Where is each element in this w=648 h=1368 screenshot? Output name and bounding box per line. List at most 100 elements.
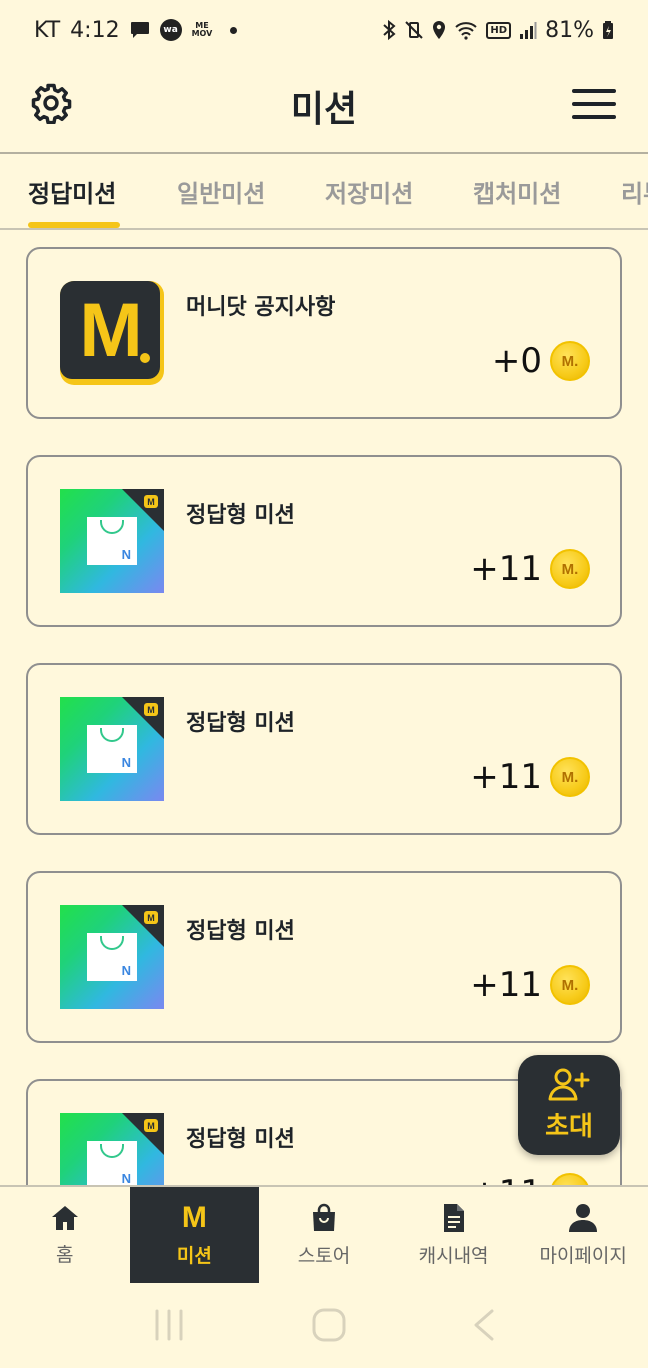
mission-reward: +11 M. — [470, 549, 590, 589]
nav-item-my-page[interactable]: 마이페이지 — [518, 1187, 648, 1283]
coin-icon: M. — [550, 341, 590, 381]
wa-notification-icon: wa — [159, 19, 182, 41]
mission-card[interactable]: M N 정답형 미션 +11 M. — [26, 871, 622, 1043]
hd-voice-icon: HD — [486, 21, 512, 39]
shopping-bag-icon — [312, 1203, 335, 1231]
document-icon — [443, 1203, 464, 1232]
nav-label: 미션 — [176, 1244, 212, 1267]
nav-item-mission[interactable]: M 미션 — [129, 1187, 260, 1283]
active-tab-indicator — [28, 222, 120, 228]
mission-card[interactable]: M 머니닷 공지사항 +0 M. — [26, 247, 622, 419]
mission-title: 정답형 미션 — [186, 503, 295, 528]
mission-title: 머니닷 공지사항 — [186, 295, 336, 320]
tab-capture-mission[interactable]: 캡처미션 — [473, 154, 561, 228]
vibrate-mute-icon — [404, 20, 424, 40]
memov-notification-icon: ME MOV — [192, 22, 213, 38]
bag-handle — [100, 520, 124, 534]
bluetooth-icon — [382, 19, 396, 41]
battery-percent: 81% — [545, 17, 594, 43]
tab-answer-mission[interactable]: 정답미션 — [28, 154, 116, 228]
nav-label: 마이페이지 — [539, 1244, 627, 1267]
settings-button[interactable] — [30, 82, 72, 125]
nav-label: 캐시내역 — [418, 1244, 489, 1267]
hamburger-menu-button[interactable] — [572, 86, 616, 122]
money-dot-logo-letter: M — [79, 287, 142, 373]
battery-charging-icon — [602, 20, 614, 40]
bag-letter: N — [121, 1171, 131, 1185]
nav-item-store[interactable]: 스토어 — [259, 1187, 389, 1283]
money-dot-logo-thumbnail: M — [60, 281, 164, 385]
mission-title: 정답형 미션 — [186, 711, 295, 736]
nav-label: 홈 — [56, 1243, 74, 1266]
reward-amount: +11 — [470, 1173, 542, 1185]
location-icon — [432, 20, 446, 40]
menu-line — [572, 102, 616, 106]
bag-handle — [100, 1144, 124, 1158]
shopping-bag-icon: N — [87, 517, 137, 565]
shopping-bag-quiz-thumbnail: M N — [60, 697, 164, 801]
coin-icon: M. — [550, 1173, 590, 1185]
shopping-bag-quiz-thumbnail: M N — [60, 1113, 164, 1185]
nav-item-cash-history[interactable]: 캐시내역 — [389, 1187, 519, 1283]
bag-letter: N — [121, 547, 131, 562]
more-notifications-dot-icon — [230, 26, 238, 34]
mission-title: 정답형 미션 — [186, 919, 295, 944]
money-dot-logo-bg: M — [60, 281, 160, 379]
shopping-bag-icon: N — [87, 933, 137, 981]
money-dot-logo-dot — [140, 353, 150, 363]
tab-save-mission[interactable]: 저장미션 — [325, 154, 413, 228]
person-add-icon — [548, 1068, 590, 1100]
shopping-bag-icon: N — [87, 725, 137, 773]
thumb-corner-logo: M — [144, 703, 158, 716]
tab-review-mission[interactable]: 리뷰 — [621, 154, 648, 228]
bottom-navigation: 홈 M 미션 스토어 캐시내역 마이페이지 — [0, 1185, 648, 1283]
status-right: HD 81% — [382, 18, 614, 43]
mission-card[interactable]: M N 정답형 미션 +11 M. — [26, 455, 622, 627]
back-icon[interactable] — [472, 1308, 496, 1342]
recent-apps-icon[interactable] — [152, 1308, 186, 1342]
reward-amount: +11 — [470, 965, 542, 1005]
page-title: 미션 — [290, 89, 358, 130]
nav-item-home[interactable]: 홈 — [0, 1187, 130, 1283]
coin-icon: M. — [550, 965, 590, 1005]
mission-tabs: 정답미션 일반미션 저장미션 캡처미션 리뷰 — [0, 152, 648, 230]
shopping-bag-quiz-thumbnail: M N — [60, 905, 164, 1009]
signal-icon — [519, 20, 537, 40]
reward-amount: +0 — [491, 341, 542, 381]
mission-reward: +11 M. — [470, 757, 590, 797]
thumb-corner-logo: M — [144, 1119, 158, 1132]
reward-amount: +11 — [470, 757, 542, 797]
gear-icon — [31, 83, 72, 125]
menu-line — [572, 115, 616, 119]
home-button-icon[interactable] — [311, 1307, 347, 1343]
shopping-bag-icon: N — [87, 1141, 137, 1185]
message-icon — [130, 21, 150, 39]
invite-button[interactable]: 초대 — [518, 1055, 620, 1155]
mission-title: 정답형 미션 — [186, 1127, 295, 1152]
mission-reward: +11 M. — [470, 965, 590, 1005]
carrier-label: KT — [34, 17, 61, 43]
wifi-icon — [454, 20, 478, 40]
mission-reward: +0 M. — [492, 341, 590, 381]
bag-handle — [100, 936, 124, 950]
coin-icon: M. — [550, 757, 590, 797]
memov-bottom-label: MOV — [191, 29, 213, 38]
person-icon — [569, 1203, 598, 1232]
m-logo-icon: M — [181, 1200, 207, 1234]
status-bar: KT 4:12 wa ME MOV HD 81% — [0, 0, 648, 60]
mission-card[interactable]: M N 정답형 미션 +11 M. — [26, 663, 622, 835]
invite-label: 초대 — [545, 1111, 593, 1142]
bag-handle — [100, 728, 124, 742]
system-navigation-bar — [0, 1282, 648, 1368]
tab-general-mission[interactable]: 일반미션 — [177, 154, 265, 228]
thumb-corner-logo: M — [144, 911, 158, 924]
mission-list: M 머니닷 공지사항 +0 M. M N 정답형 미션 +11 M. M N 정… — [0, 230, 648, 1185]
reward-amount: +11 — [470, 549, 542, 589]
bag-letter: N — [121, 755, 131, 770]
coin-icon: M. — [550, 549, 590, 589]
mission-reward: +11 M. — [470, 1173, 590, 1185]
nav-label: 스토어 — [297, 1244, 351, 1267]
bag-letter: N — [121, 963, 131, 978]
shopping-bag-quiz-thumbnail: M N — [60, 489, 164, 593]
status-left: KT 4:12 wa ME MOV — [34, 17, 238, 43]
